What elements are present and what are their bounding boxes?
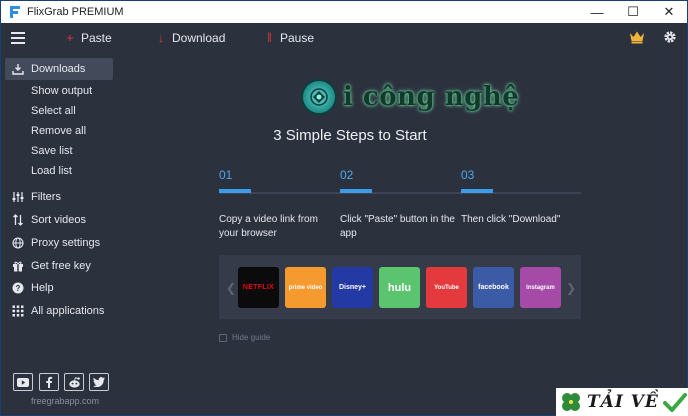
gift-icon bbox=[11, 259, 25, 273]
sidebar-item-label: Get free key bbox=[31, 260, 91, 272]
minimize-button[interactable]: — bbox=[579, 1, 615, 23]
main-panel: i công nghệ 3 Simple Steps to Start 01 C… bbox=[119, 53, 687, 415]
checkmark-icon bbox=[662, 393, 687, 412]
sidebar-sub-remove-all[interactable]: Remove all bbox=[31, 125, 86, 137]
hide-guide-checkbox[interactable] bbox=[219, 333, 227, 342]
step-number: 03 bbox=[461, 168, 475, 182]
sidebar-item-label: Proxy settings bbox=[31, 237, 101, 249]
service-netflix[interactable]: NETFLIX bbox=[238, 267, 279, 308]
service-instagram[interactable]: Instagram bbox=[520, 267, 561, 308]
sidebar-item-downloads[interactable]: Downloads bbox=[5, 58, 113, 80]
menu-icon[interactable] bbox=[11, 31, 25, 45]
maximize-button[interactable]: ☐ bbox=[615, 1, 651, 23]
watermark-logo: i công nghệ bbox=[301, 79, 519, 115]
site-link[interactable]: freegrabapp.com bbox=[31, 396, 99, 406]
sidebar-item-label: Filters bbox=[31, 191, 61, 203]
pause-label: Pause bbox=[280, 31, 315, 45]
sidebar-item-get-free-key[interactable]: Get free key bbox=[5, 255, 113, 277]
app-logo-icon bbox=[7, 4, 23, 20]
steps-title: 3 Simple Steps to Start bbox=[273, 127, 427, 144]
title-bar: FlixGrab PREMIUM — ☐ ✕ bbox=[1, 1, 687, 23]
badge-text: TẢI VỀ bbox=[587, 392, 659, 412]
help-icon: ? bbox=[11, 281, 25, 295]
paste-label: Paste bbox=[81, 31, 112, 45]
step-text: Click "Paste" button in the app bbox=[340, 214, 455, 239]
step-progress bbox=[340, 189, 372, 193]
sidebar-sub-show-output[interactable]: Show output bbox=[31, 85, 92, 97]
watermark-text: i công nghệ bbox=[343, 82, 520, 112]
close-button[interactable]: ✕ bbox=[651, 1, 687, 23]
step-progress bbox=[219, 189, 251, 193]
step-progress bbox=[461, 189, 493, 193]
sidebar: Downloads Show output Select all Remove … bbox=[1, 53, 119, 415]
service-youtube[interactable]: YouTube bbox=[426, 267, 467, 308]
sidebar-item-proxy-settings[interactable]: Proxy settings bbox=[5, 232, 113, 254]
service-disney-plus[interactable]: Disney+ bbox=[332, 267, 373, 308]
step-number: 02 bbox=[340, 168, 354, 182]
step-text: Copy a video link from your browser bbox=[219, 214, 318, 239]
gear-icon[interactable] bbox=[663, 30, 677, 47]
pause-button[interactable]: || Pause bbox=[264, 31, 314, 45]
sidebar-item-label: All applications bbox=[31, 305, 105, 317]
service-hulu[interactable]: hulu bbox=[379, 267, 420, 308]
sidebar-sub-save-list[interactable]: Save list bbox=[31, 145, 73, 157]
crown-icon[interactable] bbox=[629, 30, 645, 47]
download-label: Download bbox=[172, 31, 226, 45]
download-badge: TẢI VỀ bbox=[556, 388, 688, 416]
sidebar-item-all-applications[interactable]: All applications bbox=[5, 300, 113, 322]
step-3: 03 Then click "Download" bbox=[461, 168, 581, 225]
sidebar-sub-select-all[interactable]: Select all bbox=[31, 105, 76, 117]
youtube-icon[interactable] bbox=[13, 373, 33, 391]
svg-text:?: ? bbox=[16, 284, 21, 293]
step-1: 01 Copy a video link from your browser bbox=[219, 168, 339, 239]
download-tray-icon bbox=[11, 62, 25, 76]
sidebar-item-help[interactable]: ? Help bbox=[5, 277, 113, 299]
step-text: Then click "Download" bbox=[461, 214, 561, 225]
app-window: FlixGrab PREMIUM — ☐ ✕ + Paste ↓ Downloa… bbox=[0, 0, 688, 416]
steps-progress-track bbox=[219, 192, 581, 194]
reddit-icon[interactable] bbox=[64, 373, 84, 391]
service-facebook[interactable]: facebook bbox=[473, 267, 514, 308]
plus-icon: + bbox=[66, 31, 74, 45]
carousel-prev-icon[interactable]: ❮ bbox=[226, 281, 236, 295]
download-arrow-icon: ↓ bbox=[158, 31, 164, 45]
services-carousel: ❮ NETFLIX prime video Disney+ hulu YouTu… bbox=[219, 255, 581, 319]
sidebar-sub-load-list[interactable]: Load list bbox=[31, 165, 72, 177]
sort-icon bbox=[11, 213, 25, 227]
pause-icon: || bbox=[267, 32, 271, 43]
sidebar-item-label: Help bbox=[31, 282, 54, 294]
window-title: FlixGrab PREMIUM bbox=[27, 6, 124, 18]
sidebar-item-label: Sort videos bbox=[31, 214, 87, 226]
download-button[interactable]: ↓ Download bbox=[156, 31, 225, 45]
sidebar-item-sort-videos[interactable]: Sort videos bbox=[5, 209, 113, 231]
hide-guide-label: Hide guide bbox=[232, 333, 271, 342]
sidebar-item-filters[interactable]: Filters bbox=[5, 186, 113, 208]
paste-button[interactable]: + Paste bbox=[65, 31, 112, 45]
watermark-emblem-icon bbox=[301, 79, 337, 115]
filters-icon bbox=[11, 190, 25, 204]
service-prime-video[interactable]: prime video bbox=[285, 267, 326, 308]
step-2: 02 Click "Paste" button in the app bbox=[340, 168, 460, 239]
hide-guide-toggle[interactable]: Hide guide bbox=[219, 333, 270, 342]
clover-icon bbox=[562, 393, 580, 411]
step-number: 01 bbox=[219, 168, 233, 182]
sidebar-item-label: Downloads bbox=[31, 63, 86, 75]
twitter-icon[interactable] bbox=[89, 373, 109, 391]
carousel-next-icon[interactable]: ❯ bbox=[566, 281, 576, 295]
grid-icon bbox=[11, 304, 25, 318]
facebook-icon[interactable] bbox=[39, 373, 59, 391]
toolbar: + Paste ↓ Download || Pause bbox=[1, 23, 687, 53]
globe-icon bbox=[11, 236, 25, 250]
